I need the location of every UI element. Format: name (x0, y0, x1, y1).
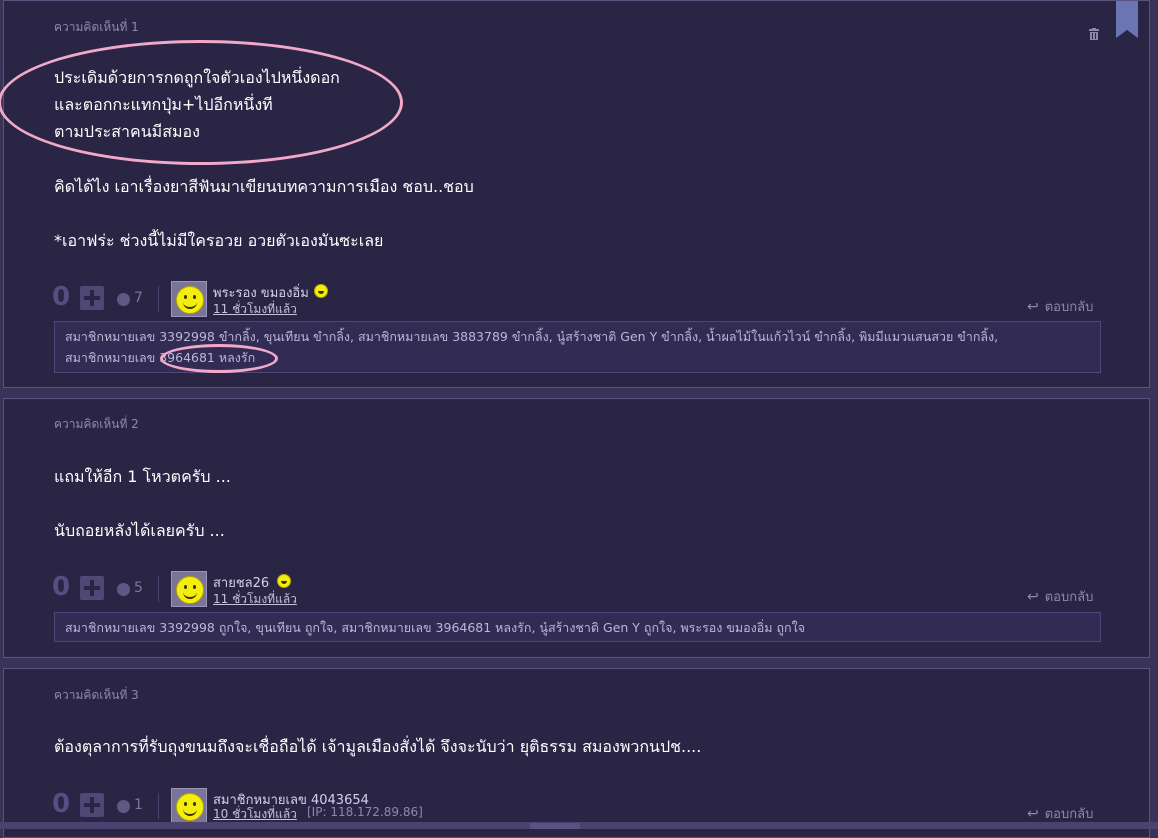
emotion-icon[interactable] (117, 583, 130, 596)
username-text: สายชล26 (213, 576, 270, 591)
reply-arrow-icon: ↩ (1027, 299, 1039, 315)
vote-count: 0 (52, 282, 71, 312)
reply-button[interactable]: ↩ ตอบกลับ (1027, 296, 1093, 317)
emotion-count[interactable]: 5 (134, 580, 143, 596)
divider (158, 576, 159, 602)
reply-arrow-icon: ↩ (1027, 589, 1039, 605)
reply-button[interactable]: ↩ ตอบกลับ (1027, 803, 1093, 824)
username-text: พระรอง ขมองอิ่ม (213, 286, 309, 301)
highlight-ellipse (160, 344, 278, 373)
plus-vote-button[interactable] (80, 793, 104, 817)
ip-address: [IP: 118.172.89.86] (307, 805, 423, 819)
timestamp-link[interactable]: 11 ชั่วโมงที่แล้ว (213, 590, 297, 609)
vote-count: 0 (52, 789, 71, 819)
avatar[interactable] (171, 788, 207, 824)
emotion-icon[interactable] (117, 800, 130, 813)
comment-label: ความคิดเห็นที่ 3 (54, 688, 139, 702)
laugh-emoji-icon (314, 284, 328, 298)
avatar[interactable] (171, 281, 207, 317)
reply-button[interactable]: ↩ ตอบกลับ (1027, 586, 1093, 607)
comment-text-line: นับถอยหลังได้เลยครับ ... (54, 521, 225, 540)
plus-vote-button[interactable] (80, 576, 104, 600)
comment-text-line: ต้องตุลาการที่รับถุงขนมถึงจะเชื่อถือได้ … (54, 737, 702, 756)
emotion-icon[interactable] (117, 293, 130, 306)
highlight-ellipse (0, 40, 403, 165)
comment-label: ความคิดเห็นที่ 1 (54, 20, 139, 34)
smiley-avatar-icon (176, 576, 204, 604)
smiley-avatar-icon (176, 286, 204, 314)
emotion-list: สมาชิกหมายเลข 3392998 ถูกใจ, ขุนเทียน ถู… (54, 612, 1101, 642)
emotion-list-line: สมาชิกหมายเลข 3392998 ถูกใจ, ขุนเทียน ถู… (65, 620, 806, 635)
reply-label: ตอบกลับ (1044, 300, 1094, 315)
reply-arrow-icon: ↩ (1027, 806, 1039, 822)
emotion-count[interactable]: 1 (134, 797, 143, 813)
comment-label: ความคิดเห็นที่ 2 (54, 417, 139, 431)
comment-text-line: *เอาฟร่ะ ช่วงนี้ไม่มีใครอวย อวยตัวเองมัน… (54, 231, 384, 250)
timestamp-link[interactable]: 11 ชั่วโมงที่แล้ว (213, 300, 297, 319)
reply-label: ตอบกลับ (1044, 807, 1094, 822)
divider (158, 286, 159, 312)
comment-text-line: แถมให้อีก 1 โหวตครับ ... (54, 467, 231, 486)
vote-count: 0 (52, 572, 71, 602)
plus-vote-button[interactable] (80, 286, 104, 310)
scrollbar-thumb[interactable] (530, 823, 580, 829)
avatar[interactable] (171, 571, 207, 607)
bookmark-icon[interactable] (1116, 1, 1138, 38)
comment-card-3: ความคิดเห็นที่ 3 ต้องตุลาการที่รับถุงขนม… (3, 668, 1150, 838)
laugh-emoji-icon (277, 574, 291, 588)
emotion-count[interactable]: 7 (134, 290, 143, 306)
reply-label: ตอบกลับ (1044, 590, 1094, 605)
comment-card-2: ความคิดเห็นที่ 2 แถมให้อีก 1 โหวตครับ ..… (3, 398, 1150, 658)
smiley-avatar-icon (176, 793, 204, 821)
trash-icon[interactable] (1089, 28, 1099, 40)
divider (158, 793, 159, 819)
comment-text-line: คิดได้ไง เอาเรื่องยาสีฟันมาเขียนบทความกา… (54, 177, 474, 196)
